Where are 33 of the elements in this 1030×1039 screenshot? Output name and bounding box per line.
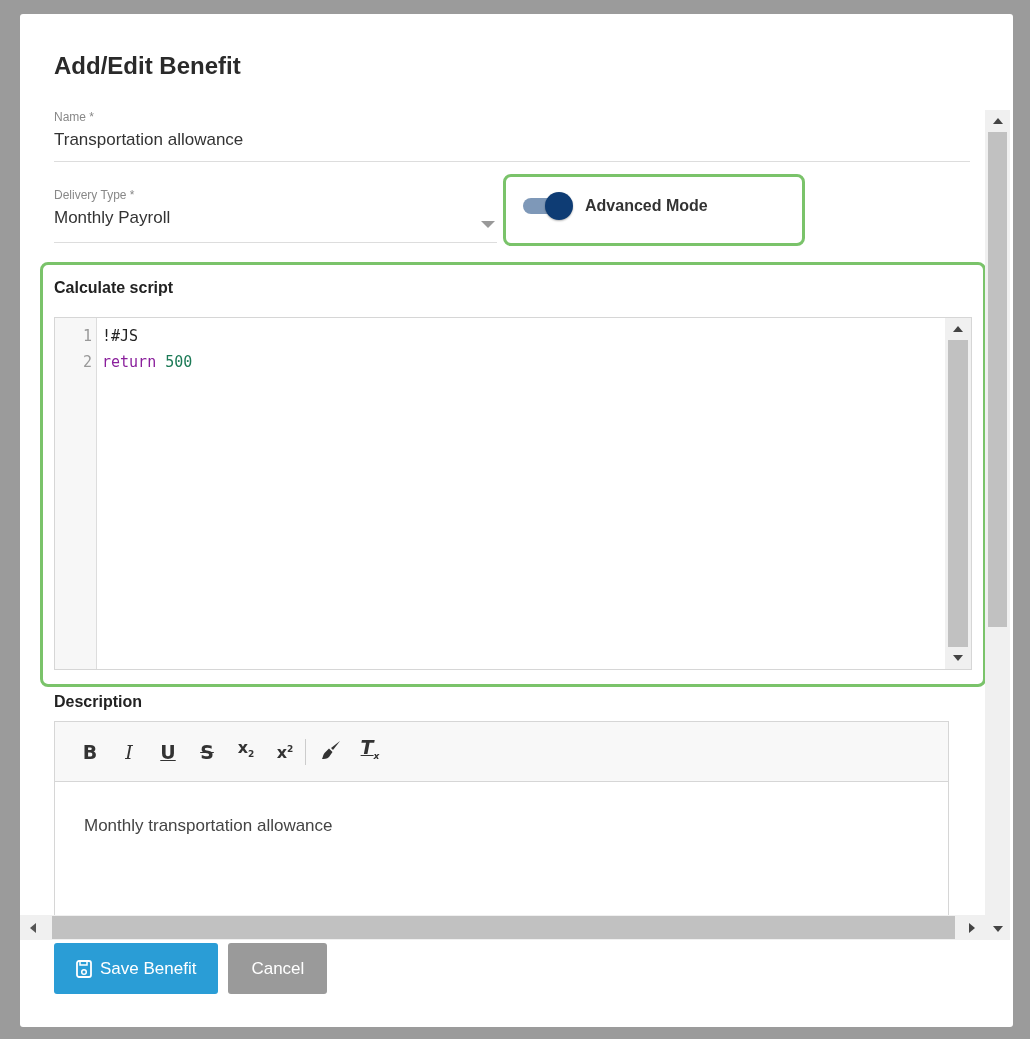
scroll-up-arrow[interactable] [953,326,963,332]
line-number: 2 [82,353,93,371]
format-button[interactable]: B [79,740,101,763]
rich-text-editor[interactable]: B I U S x$_{2}$ x$^{2}$ T$_{x}$ Monthly transportation allowance [54,721,949,915]
code-editor[interactable]: 1 2 !#JS return 500 [54,317,972,670]
toggle-switch[interactable] [523,192,573,220]
format-button[interactable]: x$_{2}$ [235,737,257,766]
code-token: return [102,353,157,371]
scroll-up-arrow[interactable] [992,118,1003,124]
brush-icon[interactable] [320,738,342,761]
line-number: 1 [82,327,93,345]
vertical-scrollbar[interactable] [985,110,1010,940]
scrollbar-thumb[interactable] [988,132,1007,628]
description-label: Description [54,693,143,711]
script-label: Calculate script [54,279,175,297]
toggle-label: Advanced Mode [585,197,708,215]
scroll-left-arrow[interactable] [30,922,36,933]
scroll-down-arrow[interactable] [953,655,963,661]
code-token: 500 [165,353,193,371]
dropdown-caret-icon [481,221,495,228]
name-field[interactable]: Name * Transportation allowance [54,110,970,162]
scroll-right-arrow[interactable] [969,922,975,933]
scroll-down-arrow[interactable] [992,926,1003,932]
delivery-type-dropdown[interactable]: Delivery Type * Monthly Payroll [54,174,497,243]
format-button[interactable]: S [196,740,218,763]
format-button[interactable]: x$^{2}$ [274,738,296,765]
code-token: !#JS [102,327,139,345]
format-button[interactable]: U [157,740,179,763]
format-button[interactable]: T$_{x}$ [359,736,381,767]
format-button[interactable]: I [118,740,140,763]
description-text: Monthly transportation allowance [83,815,334,836]
dialog-title: Add/Edit Benefit [53,51,242,81]
scrollbar-thumb[interactable] [948,340,968,647]
